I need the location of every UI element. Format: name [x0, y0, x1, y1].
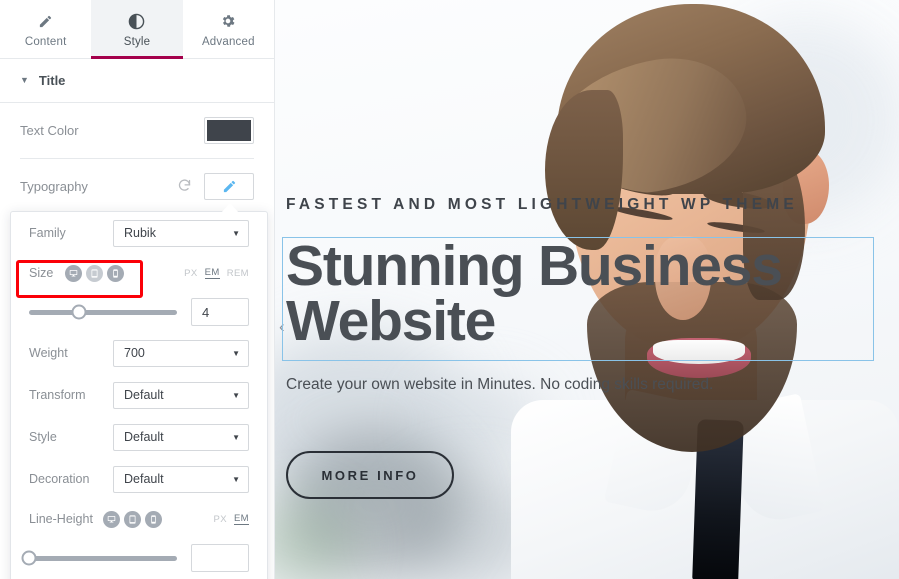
settings-tab-bar: Content Style Advanced: [0, 0, 274, 59]
desktop-icon[interactable]: [65, 264, 83, 282]
tab-content[interactable]: Content: [0, 0, 91, 59]
text-decoration-value: Default: [124, 472, 164, 486]
line-height-slider-handle[interactable]: [21, 550, 37, 566]
more-info-button[interactable]: MORE INFO: [286, 451, 454, 499]
text-color-swatch[interactable]: [207, 120, 251, 141]
popover-row-line-height: Line-Height PX EM: [11, 500, 267, 538]
section-header-title[interactable]: ▼ Title: [0, 59, 274, 103]
text-transform-select[interactable]: Default ▼: [113, 381, 249, 409]
font-style-select[interactable]: Default ▼: [113, 423, 249, 451]
popover-row-transform: Transform Default ▼: [11, 374, 267, 416]
text-transform-value: Default: [124, 388, 164, 402]
size-slider-handle[interactable]: [71, 304, 87, 320]
line-height-value-input[interactable]: [191, 544, 249, 572]
tab-style[interactable]: Style: [91, 0, 183, 59]
size-value-input[interactable]: 4: [191, 298, 249, 326]
typography-label: Typography: [20, 179, 88, 194]
typography-edit-button[interactable]: [204, 173, 254, 200]
decoration-label: Decoration: [29, 472, 90, 486]
chevron-down-icon: ▼: [232, 474, 240, 484]
size-label: Size: [29, 266, 54, 280]
line-height-slider-row: [11, 538, 267, 578]
hero-section: ‹ FASTEST AND MOST LIGHTWEIGHT WP THEME …: [275, 0, 899, 579]
popover-row-style: Style Default ▼: [11, 416, 267, 458]
family-label: Family: [29, 226, 66, 240]
line-height-slider-track[interactable]: [21, 550, 177, 566]
line-height-unit-px[interactable]: PX: [213, 514, 226, 525]
pencil-icon: [223, 180, 235, 193]
chevron-down-icon: ▼: [232, 390, 240, 400]
tab-advanced-label: Advanced: [201, 35, 255, 48]
size-device-switcher: [65, 264, 125, 282]
mobile-icon[interactable]: [144, 510, 162, 528]
tab-advanced[interactable]: Advanced: [183, 0, 274, 59]
reset-icon[interactable]: [177, 178, 192, 196]
line-height-unit-em[interactable]: EM: [233, 513, 249, 525]
widget-settings-panel: Content Style Advanced ▼ Title Text Colo…: [0, 0, 275, 579]
chevron-down-icon: ▼: [232, 432, 240, 442]
font-weight-select[interactable]: 700 ▼: [113, 339, 249, 367]
control-row-text-color: Text Color: [0, 103, 274, 158]
font-family-value: Rubik: [124, 226, 156, 240]
size-unit-em[interactable]: EM: [204, 267, 220, 279]
live-preview-canvas: ‹ FASTEST AND MOST LIGHTWEIGHT WP THEME …: [275, 0, 899, 579]
size-unit-px[interactable]: PX: [184, 268, 197, 279]
typography-popover: Family Rubik ▼ Size PX EM REM 4 Weight 7…: [10, 211, 268, 579]
popover-row-decoration: Decoration Default ▼: [11, 458, 267, 500]
app-root: Content Style Advanced ▼ Title Text Colo…: [0, 0, 899, 579]
popover-row-size: Size PX EM REM: [11, 254, 267, 292]
chevron-down-icon: ▼: [232, 348, 240, 358]
pencil-icon: [38, 12, 53, 31]
font-style-value: Default: [124, 430, 164, 444]
line-height-device-switcher: [102, 510, 162, 528]
size-slider-row: 4: [11, 292, 267, 332]
section-title-label: Title: [38, 73, 66, 88]
text-decoration-select[interactable]: Default ▼: [113, 465, 249, 493]
hero-subtitle: Create your own website in Minutes. No c…: [286, 376, 714, 393]
transform-label: Transform: [29, 388, 86, 402]
tab-style-label: Style: [123, 35, 151, 48]
control-row-typography: Typography: [0, 159, 274, 214]
line-height-unit-switcher: PX EM: [213, 513, 249, 525]
line-height-label: Line-Height: [29, 512, 93, 526]
font-family-select[interactable]: Rubik ▼: [113, 219, 249, 247]
text-color-label: Text Color: [20, 123, 79, 138]
size-unit-switcher: PX EM REM: [184, 267, 249, 279]
chevron-down-icon: ▼: [232, 228, 240, 238]
popover-row-weight: Weight 700 ▼: [11, 332, 267, 374]
tablet-icon[interactable]: [86, 264, 104, 282]
style-label: Style: [29, 430, 57, 444]
hero-eyebrow-text: FASTEST AND MOST LIGHTWEIGHT WP THEME: [286, 196, 798, 213]
caret-down-icon: ▼: [20, 75, 29, 85]
text-color-picker[interactable]: [204, 117, 254, 144]
weight-label: Weight: [29, 346, 68, 360]
gear-icon: [220, 12, 236, 31]
tablet-icon[interactable]: [123, 510, 141, 528]
font-weight-value: 700: [124, 346, 145, 360]
contrast-icon: [128, 12, 145, 31]
size-slider-track[interactable]: [29, 304, 177, 320]
mobile-icon[interactable]: [107, 264, 125, 282]
typography-actions: [177, 173, 254, 200]
size-unit-rem[interactable]: REM: [227, 268, 249, 279]
hero-title[interactable]: Stunning Business Website: [286, 238, 886, 350]
tab-content-label: Content: [24, 35, 67, 48]
desktop-icon[interactable]: [102, 510, 120, 528]
popover-row-family: Family Rubik ▼: [11, 212, 267, 254]
